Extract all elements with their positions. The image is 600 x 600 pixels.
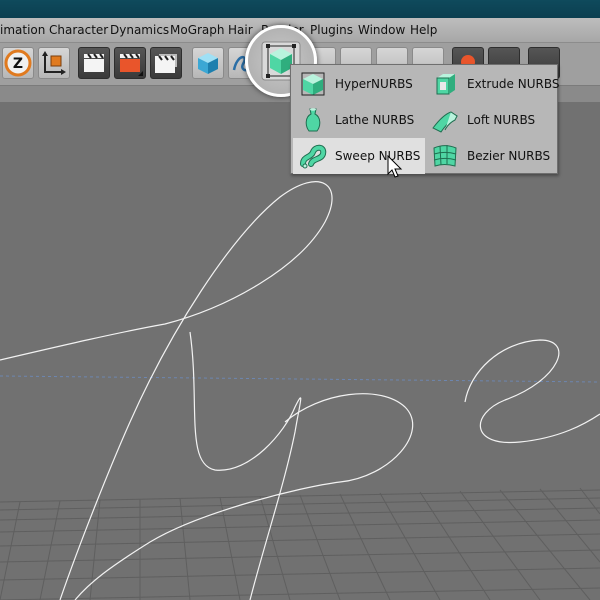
menu-item-label: Bezier NURBS bbox=[467, 149, 551, 163]
menu-item-label: HyperNURBS bbox=[335, 77, 413, 91]
menu-item-label: Loft NURBS bbox=[467, 113, 536, 127]
lathe-nurbs-icon bbox=[305, 108, 321, 132]
menu-character[interactable]: Character bbox=[49, 18, 108, 42]
floor-grid bbox=[0, 487, 600, 600]
render-settings-button[interactable] bbox=[150, 47, 182, 79]
loft-nurbs-icon bbox=[432, 111, 458, 133]
horizon-line bbox=[0, 375, 600, 383]
svg-text:Z: Z bbox=[13, 56, 23, 72]
menu-animation[interactable]: imation bbox=[0, 18, 45, 42]
bezier-nurbs-icon bbox=[433, 145, 457, 167]
menu-item-loft-nurbs[interactable]: Loft NURBS bbox=[425, 102, 557, 138]
menu-item-bezier-nurbs[interactable]: Bezier NURBS bbox=[425, 138, 557, 174]
menu-help[interactable]: Help bbox=[410, 18, 437, 42]
hypernurbs-icon bbox=[301, 72, 325, 96]
window-titlebar bbox=[0, 0, 600, 18]
menu-item-hypernurbs[interactable]: HyperNURBS bbox=[293, 66, 425, 102]
render-view-button[interactable] bbox=[78, 47, 110, 79]
menu-hair[interactable]: Hair bbox=[228, 18, 253, 42]
z-icon: Z bbox=[4, 49, 32, 77]
clapper-multi-icon bbox=[155, 54, 177, 73]
cube-icon bbox=[198, 53, 218, 74]
z-button[interactable]: Z bbox=[2, 47, 34, 79]
menu-item-sweep-nurbs[interactable]: Sweep NURBS bbox=[293, 138, 425, 174]
nurbs-dropdown: HyperNURBS Extrude NURBS Lathe NURBS Lof… bbox=[290, 64, 560, 174]
mouse-cursor-icon bbox=[387, 155, 403, 178]
viewport[interactable] bbox=[0, 102, 600, 600]
axis-icon bbox=[42, 51, 66, 75]
viewport-canvas bbox=[0, 181, 600, 600]
menu-item-label: Sweep NURBS bbox=[335, 149, 421, 163]
menu-mograph[interactable]: MoGraph bbox=[170, 18, 225, 42]
menu-item-label: Lathe NURBS bbox=[335, 113, 415, 127]
menu-window[interactable]: Window bbox=[358, 18, 405, 42]
menu-item-lathe-nurbs[interactable]: Lathe NURBS bbox=[293, 102, 425, 138]
text-spline bbox=[0, 181, 600, 600]
menu-item-label: Extrude NURBS bbox=[467, 77, 560, 91]
render-picture-viewer-button[interactable] bbox=[114, 47, 146, 79]
axis-button[interactable] bbox=[38, 47, 70, 79]
menu-plugins[interactable]: Plugins bbox=[310, 18, 353, 42]
clapper-icon bbox=[84, 53, 104, 72]
menu-dynamics[interactable]: Dynamics bbox=[110, 18, 169, 42]
sweep-nurbs-icon bbox=[300, 144, 327, 169]
dropdown-indicator bbox=[138, 71, 143, 76]
menu-item-extrude-nurbs[interactable]: Extrude NURBS bbox=[425, 66, 560, 102]
extrude-nurbs-icon bbox=[436, 74, 455, 95]
cube-button[interactable] bbox=[192, 47, 224, 79]
